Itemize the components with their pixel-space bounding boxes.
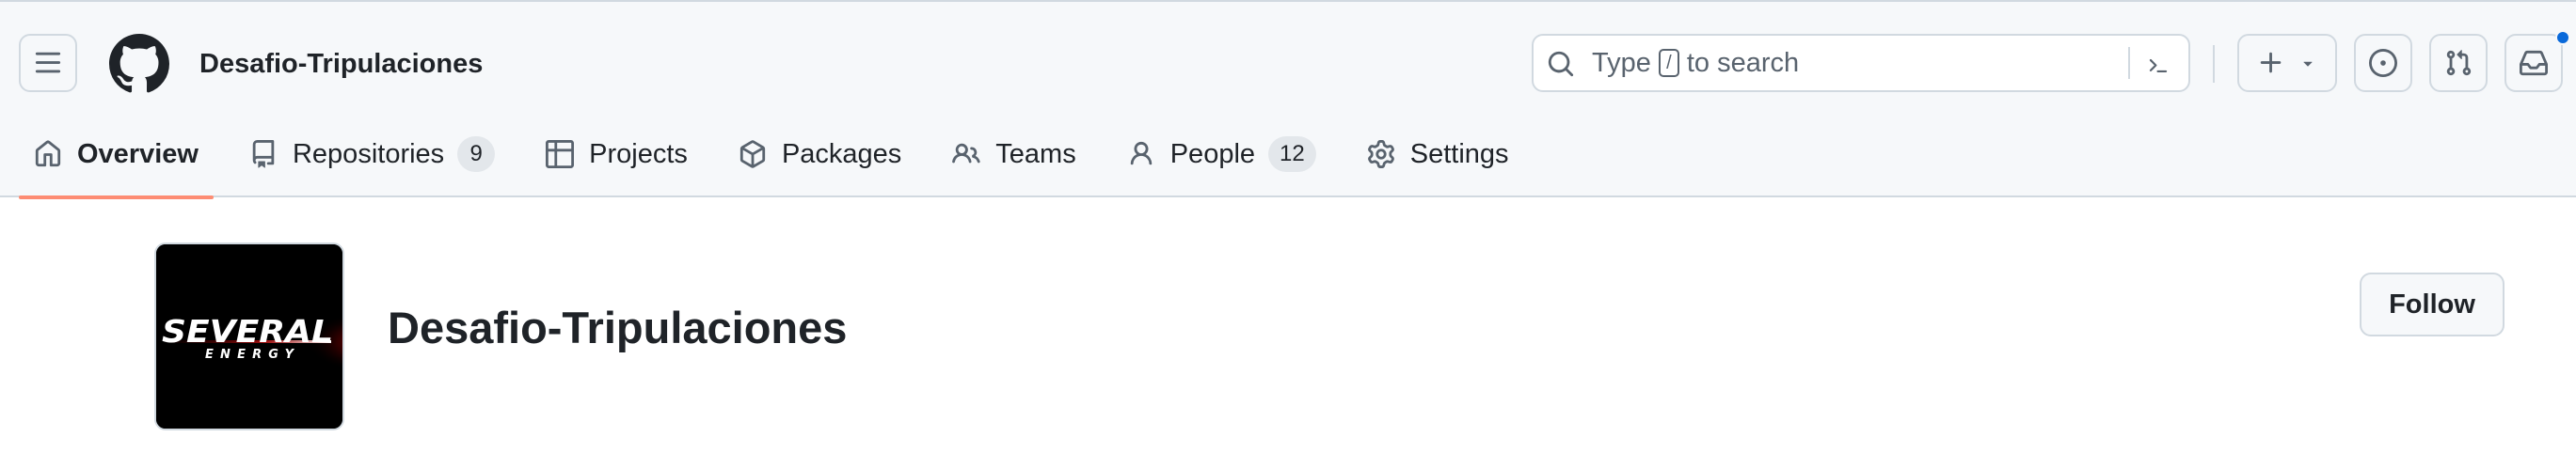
plus-icon (2260, 52, 2282, 73)
inbox-icon (2520, 50, 2548, 76)
create-new-button[interactable] (2237, 34, 2337, 92)
tab-teams-label: Teams (995, 138, 1076, 169)
tab-repositories-label: Repositories (292, 138, 445, 169)
org-avatar: SEVERAL ENERGY (154, 242, 344, 430)
tab-repositories[interactable]: Repositories 9 (234, 126, 510, 182)
people-icon (952, 143, 980, 164)
tab-settings[interactable]: Settings (1352, 126, 1524, 182)
tab-overview-label: Overview (77, 138, 199, 169)
search-input[interactable]: Type / to search (1532, 34, 2190, 92)
svg-text:SEVERAL: SEVERAL (162, 313, 333, 350)
package-icon (739, 140, 766, 168)
inbox-button[interactable] (2504, 34, 2563, 92)
people-count-badge: 12 (1268, 136, 1316, 172)
tab-projects[interactable]: Projects (531, 126, 703, 182)
pull-requests-button[interactable] (2429, 34, 2488, 92)
search-divider (2128, 47, 2130, 79)
repositories-count-badge: 9 (457, 136, 496, 172)
issues-button[interactable] (2354, 34, 2412, 92)
gear-icon (1367, 140, 1394, 168)
tab-people-label: People (1169, 138, 1256, 169)
follow-button[interactable]: Follow (2360, 273, 2504, 336)
git-pull-request-icon (2446, 50, 2472, 76)
notification-indicator (2555, 30, 2570, 45)
person-icon (1130, 141, 1152, 165)
table-icon (546, 140, 575, 168)
menu-button[interactable] (19, 34, 77, 92)
repo-icon (252, 140, 275, 168)
three-bars-icon (35, 52, 61, 73)
issue-opened-icon (2369, 49, 2397, 77)
profile-org-name: Desafio-Tripulaciones (388, 303, 848, 352)
tab-people[interactable]: People 12 (1112, 126, 1331, 182)
tab-projects-label: Projects (589, 138, 688, 169)
tab-packages-label: Packages (781, 138, 902, 169)
search-placeholder: Type / to search (1592, 36, 1799, 90)
search-placeholder-suffix: to search (1686, 48, 1800, 78)
search-icon (1548, 51, 1574, 77)
tab-settings-label: Settings (1409, 138, 1509, 169)
github-logo-icon[interactable] (109, 34, 169, 94)
search-shortcut-key: / (1658, 49, 1679, 77)
org-name-link[interactable]: Desafio-Tripulaciones (199, 43, 483, 85)
command-palette-icon[interactable] (2145, 50, 2173, 78)
global-header: Desafio-Tripulaciones Type / to search O… (0, 0, 2576, 199)
tab-teams[interactable]: Teams (937, 126, 1090, 182)
home-icon (35, 140, 61, 167)
tab-packages[interactable]: Packages (724, 126, 916, 182)
triangle-down-icon (2303, 61, 2313, 67)
several-energy-logo: SEVERAL ENERGY (156, 244, 342, 429)
header-separator (2213, 45, 2215, 83)
org-nav-tabs: Overview Repositories 9 Projects Package… (19, 126, 1545, 199)
tab-overview[interactable]: Overview (19, 126, 214, 199)
search-placeholder-prefix: Type (1592, 48, 1651, 78)
